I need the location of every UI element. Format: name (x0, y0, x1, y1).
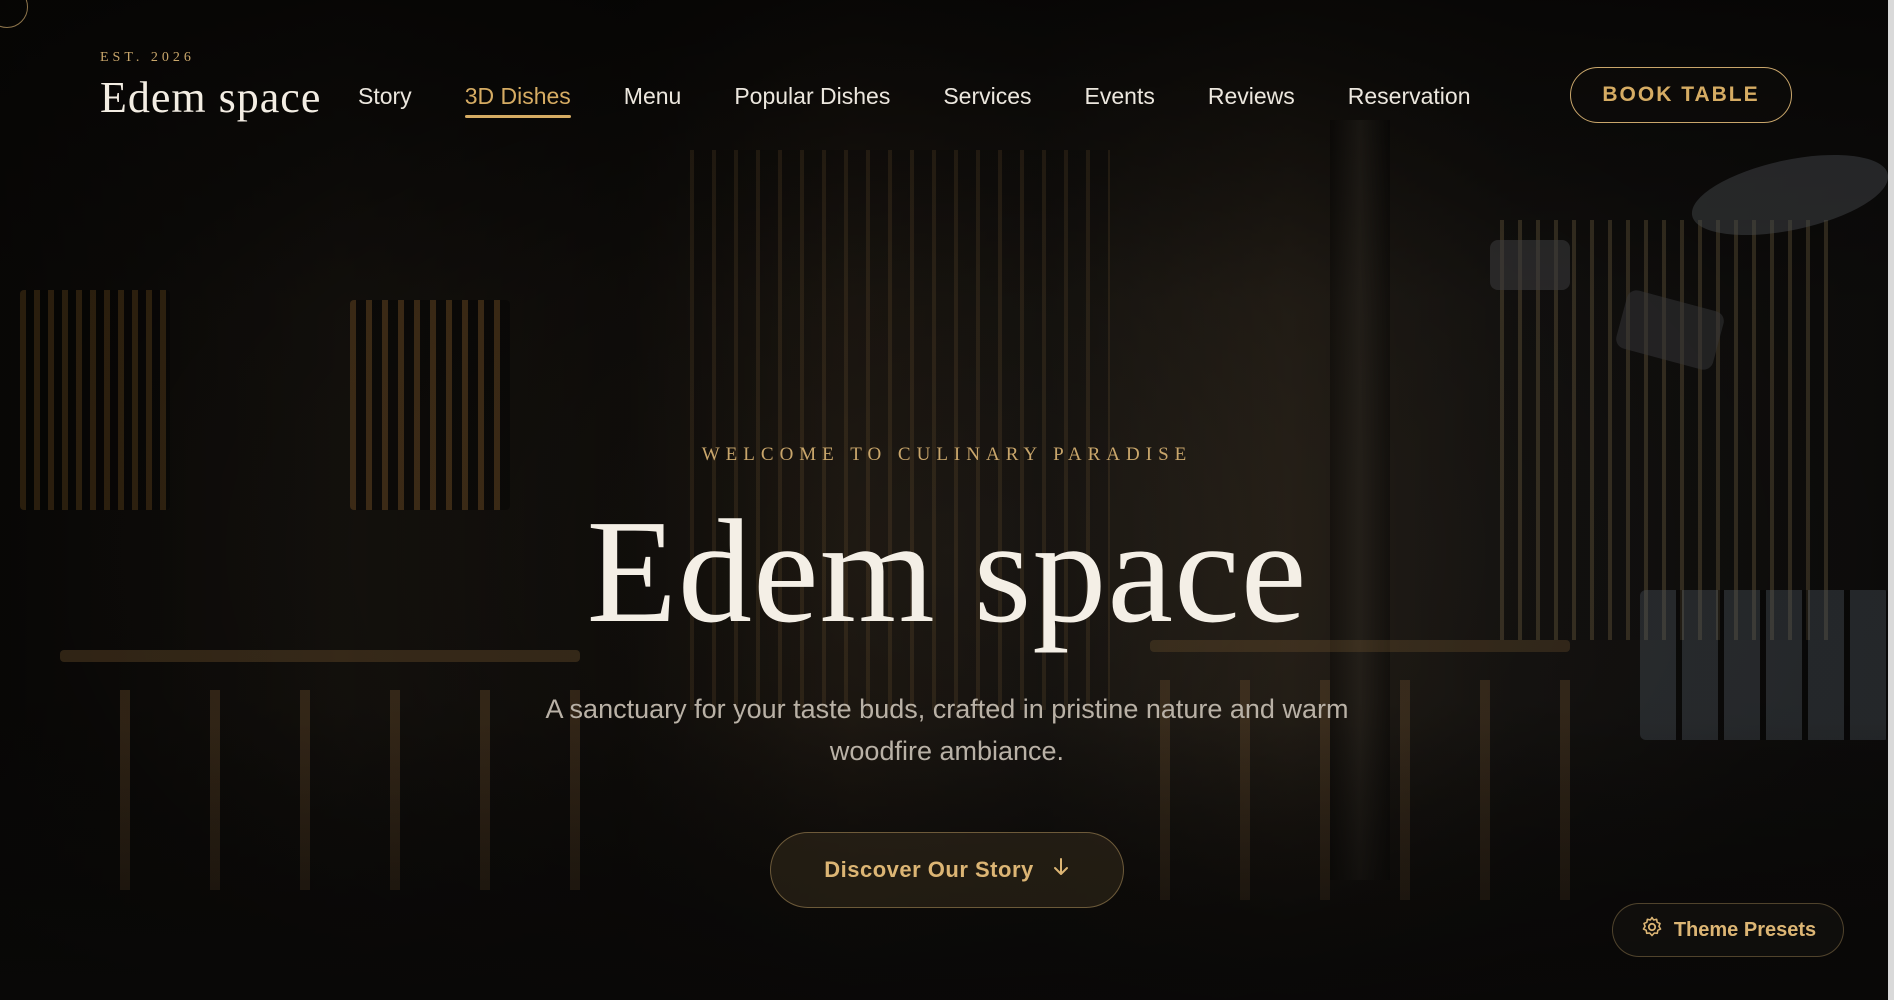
theme-presets-button[interactable]: Theme Presets (1612, 903, 1844, 957)
nav-item-events[interactable]: Events (1085, 80, 1155, 112)
nav-item-popular-dishes[interactable]: Popular Dishes (734, 80, 890, 112)
hero-eyebrow: WELCOME TO CULINARY PARADISE (701, 444, 1193, 465)
nav-item-reviews[interactable]: Reviews (1208, 80, 1295, 112)
nav-item-menu[interactable]: Menu (624, 80, 682, 112)
hero-subtitle: A sanctuary for your taste buds, crafted… (0, 688, 1894, 772)
theme-presets-label: Theme Presets (1673, 918, 1817, 941)
book-table-button[interactable]: BOOK TABLE (1570, 67, 1792, 123)
brand-name: Edem space (100, 73, 322, 122)
hero-subtitle-line: woodfire ambiance. (829, 736, 1065, 766)
hero-subtitle-line: A sanctuary for your taste buds, crafted… (545, 694, 1349, 724)
nav-item-3d-dishes[interactable]: 3D Dishes (464, 80, 571, 118)
hero-title: Edem space (586, 490, 1308, 654)
discover-story-label: Discover Our Story (824, 857, 1034, 882)
window-edge (1888, 0, 1894, 1000)
nav-item-story[interactable]: Story (358, 80, 412, 112)
discover-story-button[interactable]: Discover Our Story (770, 832, 1124, 908)
nav-item-services[interactable]: Services (943, 80, 1031, 112)
nav-item-reservation[interactable]: Reservation (1348, 80, 1471, 112)
gear-icon (1640, 915, 1664, 945)
brand-logo[interactable]: EST. 2026 Edem space (100, 50, 321, 120)
brand-established: EST. 2026 (100, 50, 195, 65)
arrow-down-icon (1052, 857, 1070, 883)
main-nav: Story 3D Dishes Menu Popular Dishes Serv… (358, 80, 1524, 118)
